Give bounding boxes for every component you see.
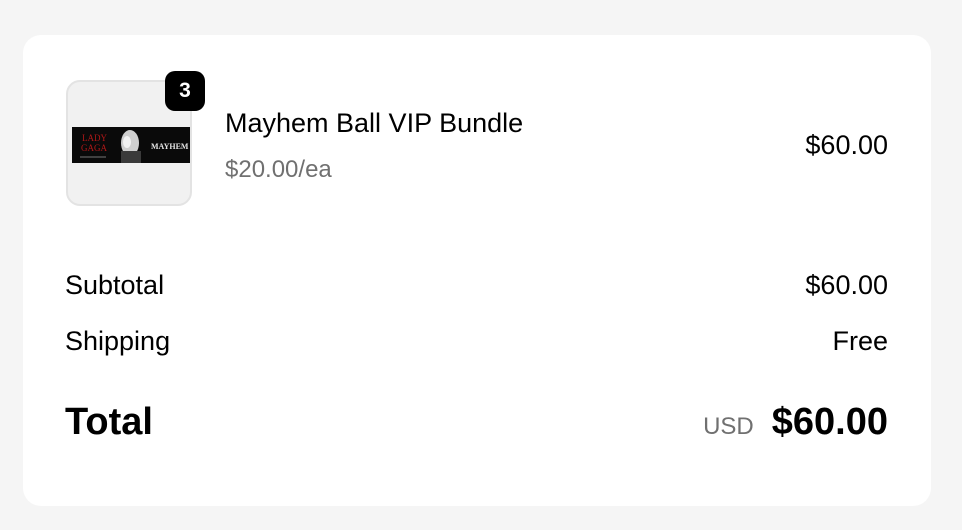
banner-text-lady: LADY (82, 133, 107, 143)
product-line-total: $60.00 (805, 130, 888, 160)
shipping-value: Free (832, 326, 888, 356)
banner-text-gaga: GAGA (81, 143, 107, 153)
product-banner-art: LADY GAGA MAYHEM (72, 127, 190, 163)
currency-code: USD (703, 413, 754, 440)
total-value: $60.00 (771, 401, 888, 443)
product-image: LADY GAGA MAYHEM (72, 127, 190, 163)
shipping-label: Shipping (65, 326, 171, 356)
order-summary-card: LADY GAGA MAYHEM 3 Mayhem Ball VIP Bundl… (23, 35, 931, 506)
quantity-badge: 3 (165, 71, 205, 111)
subtotal-label: Subtotal (65, 270, 165, 300)
product-name: Mayhem Ball VIP Bundle (225, 108, 524, 138)
total-amount-group: USD $60.00 (703, 399, 888, 445)
subtotal-value: $60.00 (805, 270, 888, 300)
product-unit-price: $20.00/ea (225, 156, 332, 183)
total-label: Total (65, 401, 153, 443)
banner-text-mayhem: MAYHEM (151, 142, 189, 151)
